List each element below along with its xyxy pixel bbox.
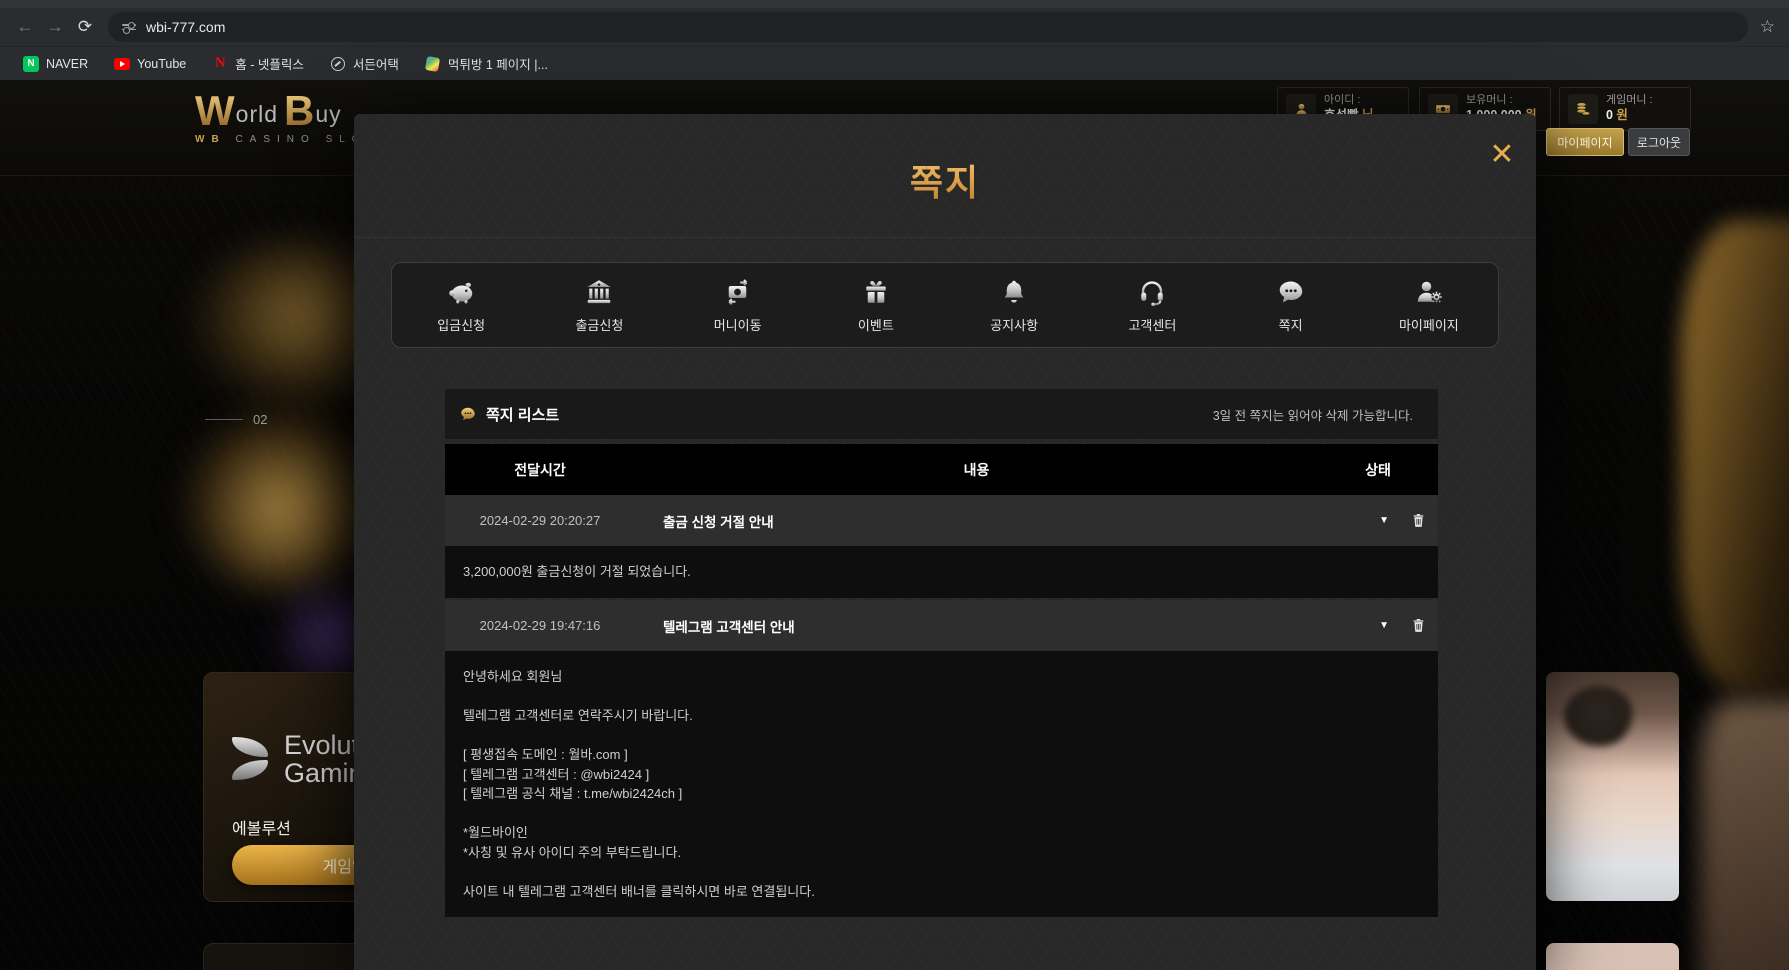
gift-icon <box>861 277 891 307</box>
game-name: 에볼루션 <box>232 815 291 839</box>
expand-caret-icon[interactable]: ▼ <box>1379 515 1389 526</box>
model-photo-card[interactable] <box>1546 672 1679 901</box>
browser-tab-strip <box>0 0 1789 8</box>
logo-letter: W <box>195 90 235 132</box>
delete-icon[interactable] <box>1411 512 1426 529</box>
message-body: 안녕하세요 회원님 텔레그램 고객센터로 연락주시기 바랍니다. [ 평생접속 … <box>445 651 1438 917</box>
gold-chat-icon <box>459 405 477 423</box>
delete-icon[interactable] <box>1411 617 1426 634</box>
address-bar[interactable]: wbi-777.com <box>108 12 1748 42</box>
nav-item-withdraw[interactable]: 출금신청 <box>530 263 668 347</box>
site-info-icon[interactable] <box>122 24 136 30</box>
column-status: 상태 <box>1318 460 1438 480</box>
game-money-value: 0 <box>1606 108 1613 122</box>
message-subject: 텔레그램 고객센터 안내 <box>635 616 1318 636</box>
logout-button[interactable]: 로그아웃 <box>1628 128 1690 156</box>
message-time: 2024-02-29 19:47:16 <box>445 618 635 633</box>
evolution-leaf-icon <box>232 737 272 781</box>
piggy-bank-icon <box>446 277 476 307</box>
bank-icon <box>584 277 614 307</box>
naver-icon: N <box>23 56 39 72</box>
nav-label: 쪽지 <box>1279 315 1303 334</box>
userid-label: 아이디 : <box>1324 94 1374 108</box>
message-time: 2024-02-29 20:20:27 <box>445 513 635 528</box>
netflix-icon: N <box>212 56 228 72</box>
site-logo[interactable]: WorldBuy WB CASINO SLOT <box>195 90 380 145</box>
nav-item-event[interactable]: 이벤트 <box>807 263 945 347</box>
money-transfer-icon <box>723 277 753 307</box>
message-list-header: 쪽지 리스트 3일 전 쪽지는 읽어야 삭제 가능합니다. <box>445 389 1438 439</box>
headset-icon <box>1137 277 1167 307</box>
nav-label: 입금신청 <box>437 315 485 334</box>
bookmarks-bar: N NAVER YouTube N 홈 - 넷플릭스 서든어택 먹튀방 1 페이… <box>0 46 1789 80</box>
coins-icon <box>1568 94 1598 124</box>
bookmark-label: NAVER <box>46 57 88 71</box>
bookmark-label: YouTube <box>137 57 186 71</box>
model-photo-card-partial <box>1546 943 1679 970</box>
bookmark-label: 홈 - 넷플릭스 <box>235 54 304 73</box>
balance-label: 보유머니 : <box>1466 94 1537 108</box>
nav-label: 마이페이지 <box>1399 315 1459 334</box>
youtube-icon <box>114 58 130 70</box>
table-header: 전달시간 내용 상태 <box>445 444 1438 495</box>
close-icon[interactable]: ✕ <box>1482 134 1522 174</box>
logo-subtitle-accent: WB <box>195 134 226 145</box>
bookmark-youtube[interactable]: YouTube <box>101 51 199 77</box>
forward-button[interactable]: → <box>40 12 70 42</box>
bookmark-label: 서든어택 <box>353 54 399 73</box>
gold-curtain-decoration <box>1680 220 1789 690</box>
right-photo-decoration <box>1700 700 1789 970</box>
url-text[interactable]: wbi-777.com <box>146 19 225 35</box>
logo-text: uy <box>314 101 347 132</box>
bookmark-naver[interactable]: N NAVER <box>10 51 101 77</box>
nav-label: 이벤트 <box>858 315 894 334</box>
message-row[interactable]: 2024-02-29 20:20:27 출금 신청 거절 안내 ▼ <box>445 495 1438 546</box>
column-time: 전달시간 <box>445 460 635 480</box>
list-title: 쪽지 리스트 <box>486 404 559 425</box>
game-money-suffix: 원 <box>1613 108 1628 122</box>
logo-letter: B <box>284 90 314 132</box>
back-button[interactable]: ← <box>10 12 40 42</box>
reload-button[interactable]: ⟳ <box>70 12 100 42</box>
screen: ← → ⟳ wbi-777.com ☆ N NAVER YouTube N 홈 … <box>0 0 1789 970</box>
nav-label: 고객센터 <box>1128 315 1176 334</box>
game-money-label: 게임머니 : <box>1606 94 1653 108</box>
bell-icon <box>999 277 1029 307</box>
nav-label: 머니이동 <box>714 315 762 334</box>
list-notice: 3일 전 쪽지는 읽어야 삭제 가능합니다. <box>1213 405 1422 424</box>
bookmark-muktwibang[interactable]: 먹튀방 1 페이지 |... <box>412 51 561 77</box>
game-money-box: 게임머니 :0 원 <box>1559 87 1691 131</box>
browser-toolbar: ← → ⟳ wbi-777.com ☆ <box>0 8 1789 46</box>
mypage-button[interactable]: 마이페이지 <box>1546 128 1624 156</box>
bookmark-netflix[interactable]: N 홈 - 넷플릭스 <box>199 51 317 77</box>
message-body: 3,200,000원 출금신청이 거절 되었습니다. <box>445 546 1438 598</box>
bookmark-star-icon[interactable]: ☆ <box>1760 17 1775 37</box>
gold-coins-decoration <box>185 410 375 590</box>
title-divider <box>354 237 1536 238</box>
paint-icon <box>425 55 440 71</box>
nav-label: 출금신청 <box>575 315 623 334</box>
message-row[interactable]: 2024-02-29 19:47:16 텔레그램 고객센터 안내 ▼ <box>445 600 1438 651</box>
message-modal: 쪽지 ✕ 입금신청 출금신청 머니이동 이벤트 공지사항 <box>354 114 1536 970</box>
nav-label: 공지사항 <box>990 315 1038 334</box>
nav-item-mypage[interactable]: 마이페이지 <box>1360 263 1498 347</box>
message-list: 쪽지 리스트 3일 전 쪽지는 읽어야 삭제 가능합니다. 전달시간 내용 상태… <box>445 389 1438 917</box>
slider-page-indicator: 02 <box>205 412 267 427</box>
column-content: 내용 <box>635 460 1318 480</box>
nav-item-notice[interactable]: 공지사항 <box>945 263 1083 347</box>
expand-caret-icon[interactable]: ▼ <box>1379 620 1389 631</box>
nav-item-deposit[interactable]: 입금신청 <box>392 263 530 347</box>
nav-item-support[interactable]: 고객센터 <box>1083 263 1221 347</box>
modal-title: 쪽지 <box>354 154 1536 206</box>
bookmark-sudden-attack[interactable]: 서든어택 <box>317 51 412 77</box>
nav-item-money-move[interactable]: 머니이동 <box>669 263 807 347</box>
chat-icon <box>1276 277 1306 307</box>
message-subject: 출금 신청 거절 안내 <box>635 511 1318 531</box>
logo-text: orld <box>235 101 284 132</box>
shield-icon <box>331 57 345 71</box>
nav-item-message[interactable]: 쪽지 <box>1222 263 1360 347</box>
bookmark-label: 먹튀방 1 페이지 |... <box>448 54 548 73</box>
modal-nav-bar: 입금신청 출금신청 머니이동 이벤트 공지사항 고객센터 <box>391 262 1499 348</box>
user-gear-icon <box>1414 277 1444 307</box>
